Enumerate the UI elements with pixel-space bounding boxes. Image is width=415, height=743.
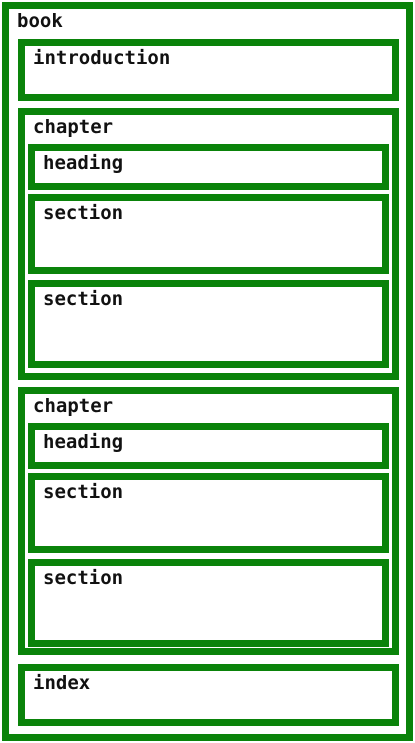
introduction-box: introduction bbox=[18, 39, 399, 101]
section-label: section bbox=[43, 202, 124, 224]
chapter-label: chapter bbox=[33, 395, 114, 417]
chapter-label: chapter bbox=[33, 116, 114, 138]
heading-box: heading bbox=[28, 423, 389, 469]
section-label: section bbox=[43, 481, 124, 503]
heading-label: heading bbox=[43, 152, 124, 174]
index-box: index bbox=[18, 664, 399, 726]
heading-label: heading bbox=[43, 431, 124, 453]
section-label: section bbox=[43, 288, 124, 310]
section-box: section bbox=[28, 194, 389, 274]
index-label: index bbox=[33, 672, 91, 694]
heading-box: heading bbox=[28, 144, 389, 190]
introduction-label: introduction bbox=[33, 47, 171, 69]
section-box: section bbox=[28, 559, 389, 647]
book-label: book bbox=[17, 10, 63, 32]
section-label: section bbox=[43, 567, 124, 589]
section-box: section bbox=[28, 473, 389, 553]
section-box: section bbox=[28, 280, 389, 368]
